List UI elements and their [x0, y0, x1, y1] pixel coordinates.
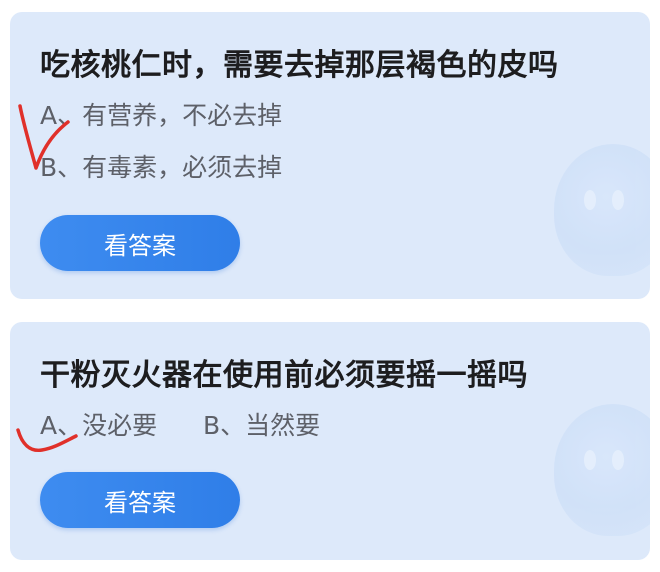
quiz-card-1: 吃核桃仁时，需要去掉那层褐色的皮吗 A、有营养，不必去掉 B、有毒素，必须去掉 … [10, 12, 650, 299]
handwritten-check-mark [16, 428, 78, 453]
option-b[interactable]: B、当然要 [203, 406, 320, 442]
mascot-watermark-icon [554, 144, 650, 276]
handwritten-check-mark [18, 104, 70, 170]
option-a[interactable]: A、有营养，不必去掉 [40, 96, 282, 132]
question-title: 吃核桃仁时，需要去掉那层褐色的皮吗 [40, 48, 559, 83]
mascot-watermark-icon [554, 404, 650, 536]
quiz-card-2: 干粉灭火器在使用前必须要摇一摇吗 A、没必要 B、当然要 看答案 [10, 322, 650, 560]
view-answer-button[interactable]: 看答案 [40, 215, 240, 271]
question-title: 干粉灭火器在使用前必须要摇一摇吗 [40, 358, 528, 393]
option-b[interactable]: B、有毒素，必须去掉 [40, 148, 282, 184]
view-answer-button[interactable]: 看答案 [40, 472, 240, 528]
